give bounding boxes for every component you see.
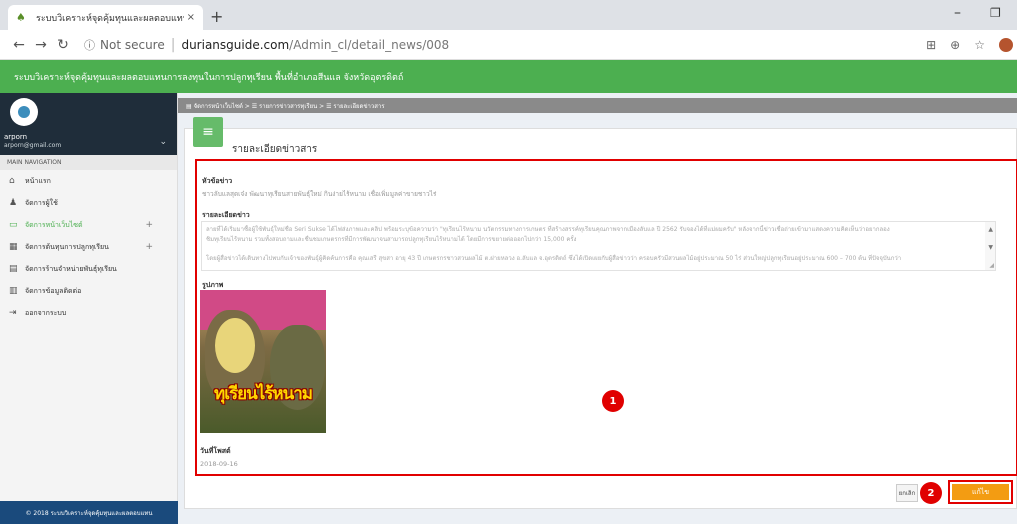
date-label: วันที่โพสต์	[200, 447, 231, 455]
sidebar-item-home[interactable]: ⌂ หน้าแรก	[0, 170, 177, 192]
forward-arrow-icon[interactable]: →	[30, 37, 52, 53]
user-avatar-icon	[18, 106, 30, 118]
breadcrumb-text[interactable]: ▤ จัดการหน้าเว็บไซต์ > ☰ รายการข่าวสารทุ…	[186, 101, 385, 111]
scroll-down-icon[interactable]: ▼	[988, 244, 993, 251]
url-path: /Admin_cl/detail_news/008	[289, 37, 450, 52]
sidebar-item-label: หน้าแรก	[25, 176, 51, 185]
app-title: ระบบวิเคราะห์จุดคุ้มทุนและผลตอบแทนการลงท…	[14, 72, 404, 83]
sidebar-item-website[interactable]: ▭ จัดการหน้าเว็บไซต์ +	[0, 214, 177, 236]
durian-favicon-icon: ♠	[16, 10, 26, 24]
reload-icon[interactable]: ↻	[52, 37, 74, 53]
detail-line: ลายที่ได้เริ่มมาซื้อผู้ใช้พันธุ์ใหม่ชื่อ…	[206, 226, 890, 233]
image-caption: ทุเรียนไร้หนาม	[214, 384, 313, 404]
sidebar-item-label: จัดการต้นทุนการปลูกทุเรียน	[25, 242, 109, 251]
address-bar: ← → ↻ ⓘ Not secure | duriansguide.com /A…	[0, 30, 1017, 60]
contact-icon: ▥	[9, 286, 18, 296]
sidebar-item-label: จัดการร้านจำหน่ายพันธุ์ทุเรียน	[25, 264, 117, 273]
sidebar: arporn arporn@gmail.com ⌄ MAIN NAVIGATIO…	[0, 93, 178, 524]
user-email: arporn@gmail.com	[4, 142, 62, 149]
url-host: duriansguide.com	[181, 37, 290, 52]
edit-button[interactable]: แก้ไข	[952, 484, 1009, 500]
detail-line: ชิมทุเรียนไร้หนาม รวมทั้งสอบถามและชื่นชม…	[206, 236, 577, 243]
sidebar-item-label: จัดการข้อมูลติดต่อ	[25, 286, 82, 295]
detail-label: รายละเอียดข่าว	[202, 211, 250, 219]
headline-value: ชาวลับแลสุดเจ๋ง พัฒนาทุเรียนสายพันธุ์ใหม…	[202, 190, 437, 198]
window-maximize-icon[interactable]: ❐	[990, 6, 1001, 20]
browser-tab-bar: ♠ ระบบวิเคราะห์จุดคุ้มทุนและผลตอบแทน × +…	[0, 0, 1017, 30]
translate-icon[interactable]: ⊞	[926, 38, 936, 52]
date-value: 2018-09-16	[200, 460, 238, 468]
user-panel: arporn arporn@gmail.com ⌄	[0, 93, 177, 155]
zoom-icon[interactable]: ⊕	[950, 38, 960, 52]
sidebar-item-label: จัดการผู้ใช้	[25, 198, 58, 207]
tab-title: ระบบวิเคราะห์จุดคุ้มทุนและผลตอบแทน	[36, 13, 184, 24]
browser-tab[interactable]: ♠ ระบบวิเคราะห์จุดคุ้มทุนและผลตอบแทน ×	[8, 5, 203, 30]
list-icon: ≡	[193, 117, 223, 147]
window-minimize-icon[interactable]: –	[954, 5, 961, 21]
expand-plus-icon[interactable]: +	[145, 220, 153, 230]
news-image: ทุเรียนไร้หนาม	[200, 290, 326, 433]
store-icon: ▤	[9, 264, 18, 274]
home-icon: ⌂	[9, 176, 15, 186]
sidebar-item-costs[interactable]: ▦ จัดการต้นทุนการปลูกทุเรียน +	[0, 236, 177, 258]
logout-icon: ⇥	[9, 308, 17, 318]
scroll-up-icon[interactable]: ▲	[988, 226, 993, 233]
chevron-down-icon[interactable]: ⌄	[159, 137, 167, 147]
expand-plus-icon[interactable]: +	[145, 242, 153, 252]
sidebar-footer: © 2018 ระบบวิเคราะห์จุดคุ้มทุนและผลตอบแท…	[0, 501, 178, 524]
back-arrow-icon[interactable]: ←	[8, 37, 30, 53]
detail-line: โดยผู้สื่อข่าวได้เดินทางไปพบกับเจ้าของพั…	[206, 255, 902, 262]
app-header: ระบบวิเคราะห์จุดคุ้มทุนและผลตอบแทนการลงท…	[0, 60, 1017, 93]
detail-textarea[interactable]: ลายที่ได้เริ่มมาซื้อผู้ใช้พันธุ์ใหม่ชื่อ…	[201, 221, 996, 271]
headline-label: หัวข้อข่าว	[202, 177, 233, 185]
annotation-badge-1: 1	[602, 390, 624, 412]
cancel-button[interactable]: ยกเลิก	[896, 484, 918, 502]
breadcrumb: ▤ จัดการหน้าเว็บไซต์ > ☰ รายการข่าวสารทุ…	[178, 98, 1017, 113]
info-icon[interactable]: ⓘ	[84, 37, 95, 53]
resize-handle-icon[interactable]: ◢	[989, 262, 994, 269]
chart-icon: ▦	[9, 242, 18, 252]
new-tab-button[interactable]: +	[210, 7, 223, 26]
user-name: arporn	[4, 133, 28, 141]
avatar	[10, 98, 38, 126]
browser-actions: ⊞ ⊕ ☆	[926, 37, 1017, 52]
window-icon: ▭	[9, 220, 18, 230]
not-secure-label: Not secure	[100, 37, 165, 52]
sidebar-item-stores[interactable]: ▤ จัดการร้านจำหน่ายพันธุ์ทุเรียน	[0, 258, 177, 280]
profile-avatar[interactable]	[999, 37, 1013, 52]
sidebar-item-logout[interactable]: ⇥ ออกจากระบบ	[0, 302, 177, 324]
menu-header: MAIN NAVIGATION	[0, 155, 177, 170]
sidebar-item-label: ออกจากระบบ	[25, 308, 67, 317]
user-icon: ♟	[9, 198, 18, 208]
tab-close-icon[interactable]: ×	[187, 12, 195, 23]
url-field[interactable]: ⓘ Not secure | duriansguide.com /Admin_c…	[84, 34, 449, 56]
annotation-badge-2: 2	[920, 482, 942, 504]
sidebar-item-users[interactable]: ♟ จัดการผู้ใช้	[0, 192, 177, 214]
sidebar-item-contact[interactable]: ▥ จัดการข้อมูลติดต่อ	[0, 280, 177, 302]
page-title: รายละเอียดข่าวสาร	[232, 144, 318, 155]
sidebar-item-label: จัดการหน้าเว็บไซต์	[25, 220, 83, 229]
bookmark-star-icon[interactable]: ☆	[974, 38, 985, 52]
url-separator: |	[170, 36, 176, 53]
